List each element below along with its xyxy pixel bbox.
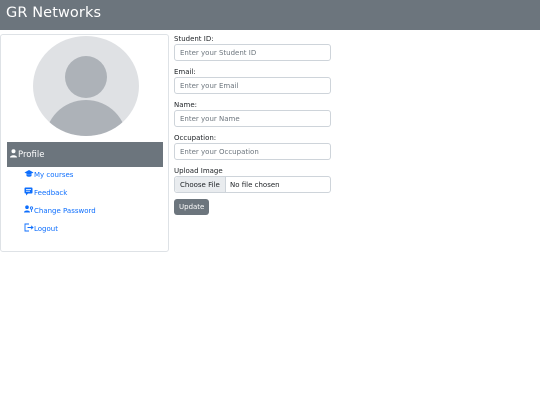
user-key-icon [24, 205, 34, 213]
avatar-head [65, 56, 107, 98]
sidebar-item-label: Logout [34, 225, 58, 233]
email-label: Email: [174, 68, 196, 76]
choose-file-label: Choose File [180, 181, 220, 189]
occupation-label: Occupation: [174, 134, 217, 142]
choose-file-button[interactable]: Choose File [175, 177, 226, 192]
avatar-body [45, 100, 127, 136]
sidebar-item-label: Feedback [34, 189, 68, 197]
update-button-label: Update [179, 203, 205, 211]
sidebar-item-label: Change Password [34, 207, 96, 215]
email-input[interactable] [174, 77, 331, 94]
logout-icon [24, 223, 34, 232]
chat-icon [24, 187, 33, 196]
sidebar-item-label: Profile [18, 150, 45, 160]
upload-image-field[interactable]: Choose File No file chosen [174, 176, 331, 193]
avatar [33, 36, 139, 136]
sidebar-item-label: My courses [34, 171, 74, 179]
graduation-cap-icon [24, 170, 34, 177]
file-status-text: No file chosen [230, 181, 280, 189]
name-label: Name: [174, 101, 198, 109]
student-id-input[interactable] [174, 44, 331, 61]
occupation-input[interactable] [174, 143, 331, 160]
brand-title[interactable]: GR Networks [6, 5, 101, 21]
name-input[interactable] [174, 110, 331, 127]
sidebar-card: Profile My courses Feedback Change Passw… [0, 34, 169, 252]
person-icon [10, 149, 17, 158]
top-navbar: GR Networks [0, 0, 540, 30]
sidebar-item-profile[interactable]: Profile [7, 142, 163, 167]
student-id-label: Student ID: [174, 35, 214, 43]
update-button[interactable]: Update [174, 199, 209, 215]
upload-image-label: Upload Image [174, 167, 223, 175]
